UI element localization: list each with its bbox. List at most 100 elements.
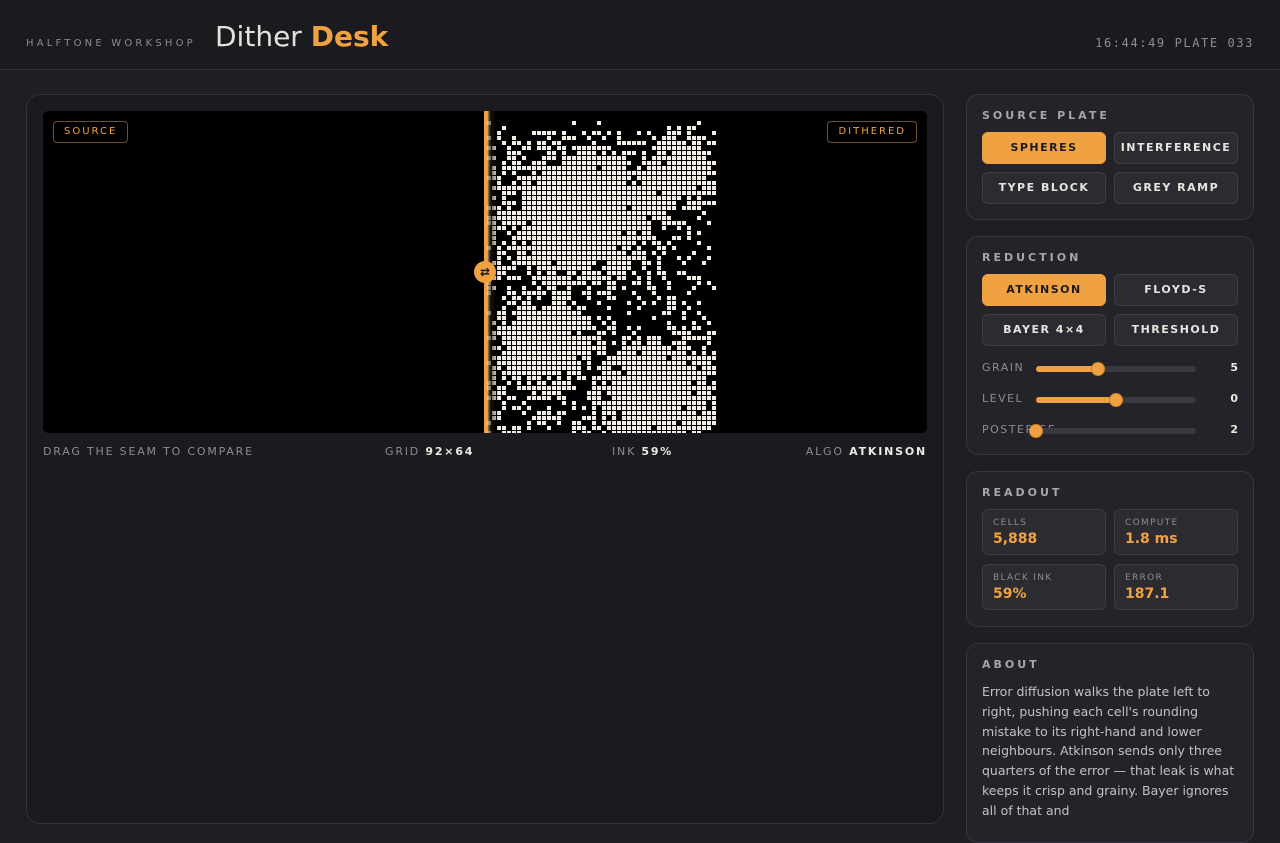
dither-cell: [552, 171, 556, 175]
dither-cell: [687, 381, 691, 385]
posterise-slider[interactable]: [1029, 424, 1196, 438]
plate-option-grey-ramp[interactable]: GREY RAMP: [1114, 172, 1238, 204]
dither-cell: [697, 416, 701, 420]
dither-cell: [707, 426, 711, 430]
dither-cell: [702, 166, 706, 170]
dither-cell: [627, 256, 631, 260]
dither-cell: [657, 271, 661, 275]
dither-cell: [577, 331, 581, 335]
dither-cell: [572, 196, 576, 200]
dither-cell: [702, 406, 706, 410]
dither-cell: [567, 176, 571, 180]
comparison-stage: SOURCE DITHERED ⇄ DRAG THE SEAM TO COMPA…: [26, 94, 944, 824]
dither-cell: [572, 281, 576, 285]
plate-canvas[interactable]: SOURCE DITHERED ⇄: [43, 111, 927, 433]
dither-cell: [637, 391, 641, 395]
dither-cell: [637, 431, 641, 433]
dither-cell: [687, 131, 691, 135]
dither-cell: [622, 336, 626, 340]
dither-cell: [687, 396, 691, 400]
dither-cell: [667, 191, 671, 195]
dither-cell: [672, 421, 676, 425]
dither-cell: [707, 166, 711, 170]
dither-cell: [667, 361, 671, 365]
dither-cell: [672, 141, 676, 145]
dither-cell: [692, 321, 696, 325]
algo-option-floyd-s[interactable]: FLOYD-S: [1114, 274, 1238, 306]
dither-cell: [692, 161, 696, 165]
dither-cell: [637, 421, 641, 425]
dither-cell: [592, 421, 596, 425]
dither-cell: [697, 401, 701, 405]
dither-cell: [637, 341, 641, 345]
dither-cell: [707, 356, 711, 360]
posterise-slider-thumb[interactable]: [1029, 424, 1043, 438]
dither-cell: [562, 241, 566, 245]
dither-cell: [662, 311, 666, 315]
dither-cell: [582, 326, 586, 330]
algo-option-threshold[interactable]: THRESHOLD: [1114, 314, 1238, 346]
algo-option-bayer[interactable]: BAYER 4×4: [982, 314, 1106, 346]
dither-cell: [637, 361, 641, 365]
dither-cell: [552, 291, 556, 295]
dither-cell: [562, 186, 566, 190]
dither-cell: [642, 211, 646, 215]
dither-cell: [617, 186, 621, 190]
dither-cell: [697, 406, 701, 410]
dither-cell: [552, 156, 556, 160]
plate-option-type-block[interactable]: TYPE BLOCK: [982, 172, 1106, 204]
stat-error: ERROR 187.1: [1114, 564, 1238, 610]
dither-cell: [547, 136, 551, 140]
dither-cell: [642, 151, 646, 155]
dither-cell: [577, 321, 581, 325]
dither-cell: [607, 131, 611, 135]
ink-readout: INK 59%: [612, 445, 673, 458]
dither-cell: [592, 376, 596, 380]
grain-slider-thumb[interactable]: [1091, 362, 1106, 376]
dither-cell: [627, 351, 631, 355]
grid-readout: GRID 92×64: [385, 445, 474, 458]
dither-cell: [557, 396, 561, 400]
level-slider[interactable]: [1036, 393, 1196, 407]
reduction-panel: REDUCTION ATKINSON FLOYD-S BAYER 4×4 THR…: [966, 236, 1254, 455]
dither-cell: [547, 266, 551, 270]
dither-cell: [707, 391, 711, 395]
dither-cell: [697, 171, 701, 175]
dither-cell: [677, 346, 681, 350]
seam-drag-handle-icon[interactable]: ⇄: [474, 261, 496, 283]
plate-option-spheres[interactable]: SPHERES: [982, 132, 1106, 164]
dither-cell: [617, 196, 621, 200]
dither-cell: [582, 196, 586, 200]
dither-cell: [607, 261, 611, 265]
dither-cell: [687, 171, 691, 175]
dither-cell: [617, 231, 621, 235]
dither-cell: [607, 241, 611, 245]
dither-cell: [682, 416, 686, 420]
algo-option-atkinson[interactable]: ATKINSON: [982, 274, 1106, 306]
dither-cell: [647, 366, 651, 370]
dither-cell: [697, 241, 701, 245]
dither-cell: [582, 216, 586, 220]
dither-cell: [622, 431, 626, 433]
dither-cell: [582, 191, 586, 195]
grain-slider[interactable]: [1036, 362, 1196, 376]
dither-cell: [552, 301, 556, 305]
dither-cell: [657, 431, 661, 433]
plate-option-interference[interactable]: INTERFERENCE: [1114, 132, 1238, 164]
dither-cell: [552, 166, 556, 170]
dither-cell: [692, 146, 696, 150]
level-slider-thumb[interactable]: [1109, 393, 1123, 407]
dither-cell: [547, 166, 551, 170]
dither-cell: [602, 351, 606, 355]
dither-cell: [552, 241, 556, 245]
dither-cell: [667, 386, 671, 390]
dither-cell: [562, 201, 566, 205]
dither-cell: [607, 296, 611, 300]
dither-cell: [567, 166, 571, 170]
dither-cell: [657, 421, 661, 425]
dither-cell: [667, 396, 671, 400]
dither-cell: [677, 366, 681, 370]
dither-cell: [682, 386, 686, 390]
dither-cell: [702, 416, 706, 420]
dither-cell: [557, 291, 561, 295]
